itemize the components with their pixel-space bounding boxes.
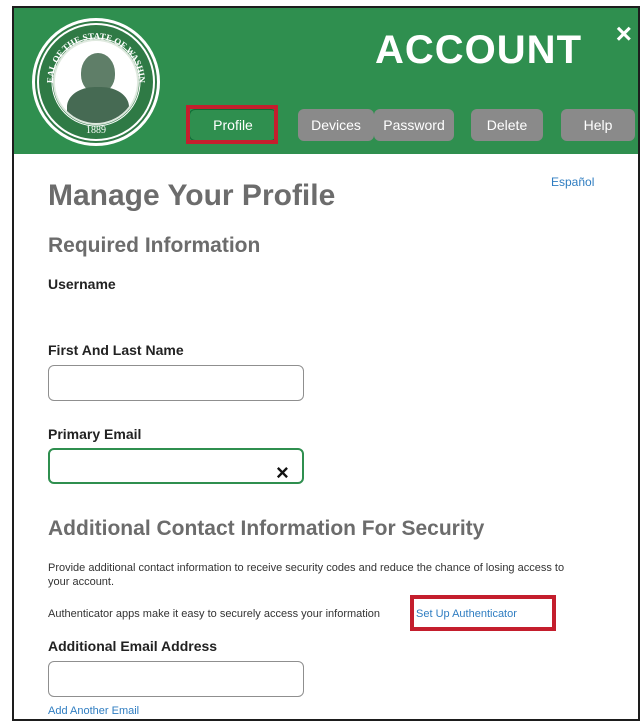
seal-year: 1889 — [86, 125, 106, 136]
clear-email-icon[interactable]: × — [276, 462, 289, 484]
additional-email-label: Additional Email Address — [48, 638, 218, 654]
washington-state-seal-icon: THE SEAL OF THE STATE OF WASHINGTON 1889 — [32, 18, 160, 146]
additional-information-heading: Additional Contact Information For Secur… — [48, 517, 485, 540]
seal-ring-text: THE SEAL OF THE STATE OF WASHINGTON — [35, 21, 147, 84]
account-header: THE SEAL OF THE STATE OF WASHINGTON 1889… — [14, 8, 638, 154]
required-information-heading: Required Information — [48, 234, 261, 257]
seal-ring: THE SEAL OF THE STATE OF WASHINGTON 1889 — [35, 21, 155, 141]
add-another-email-link[interactable]: Add Another Email — [48, 705, 139, 717]
authenticator-text: Authenticator apps make it easy to secur… — [48, 608, 380, 620]
svg-text:THE SEAL OF THE STATE OF WASHI: THE SEAL OF THE STATE OF WASHINGTON — [35, 21, 147, 84]
additional-email-input[interactable] — [48, 661, 304, 697]
tab-delete[interactable]: Delete — [471, 109, 543, 141]
tab-help[interactable]: Help — [561, 109, 635, 141]
profile-tab-highlight — [186, 105, 278, 144]
tab-devices[interactable]: Devices — [298, 109, 374, 141]
primary-email-input[interactable] — [48, 448, 304, 484]
page-title: Manage Your Profile — [48, 179, 336, 212]
close-icon[interactable]: × — [616, 20, 632, 48]
authenticator-highlight — [410, 595, 556, 631]
account-dialog: THE SEAL OF THE STATE OF WASHINGTON 1889… — [12, 6, 640, 721]
tab-password[interactable]: Password — [374, 109, 454, 141]
username-label: Username — [48, 276, 116, 292]
name-label: First And Last Name — [48, 342, 184, 358]
primary-email-label: Primary Email — [48, 426, 142, 442]
page-header-title: ACCOUNT — [375, 28, 582, 72]
security-description: Provide additional contact information t… — [48, 562, 565, 588]
language-link[interactable]: Español — [551, 175, 594, 189]
first-last-name-input[interactable] — [48, 365, 304, 401]
